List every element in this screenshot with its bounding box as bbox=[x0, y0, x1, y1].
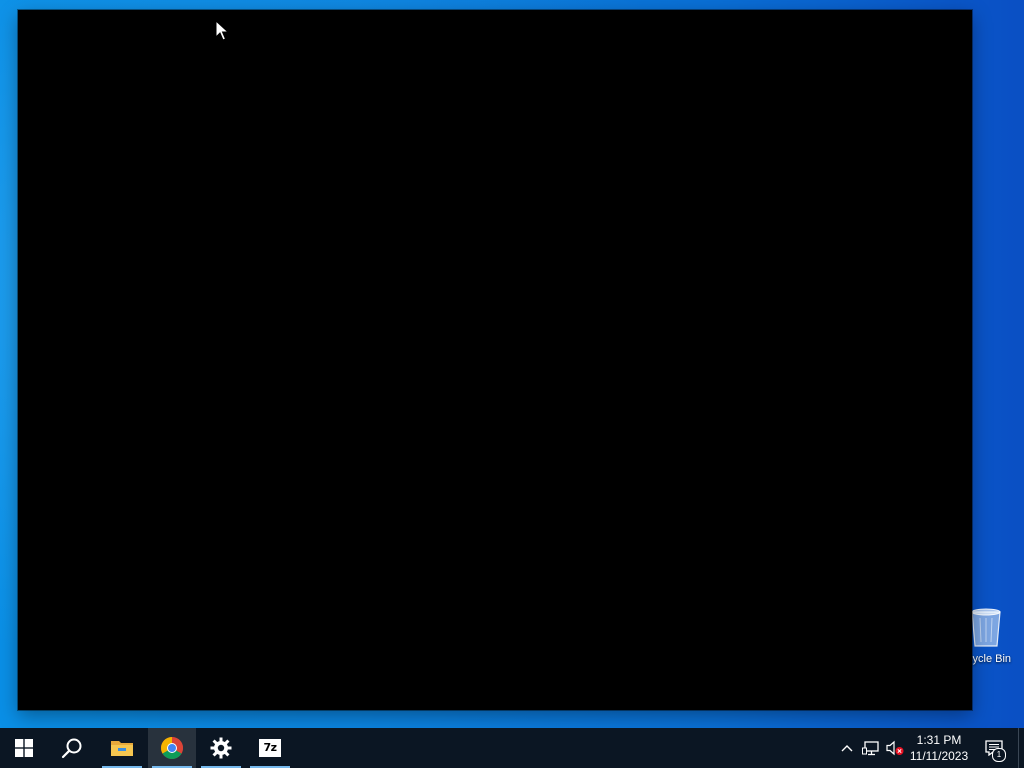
gear-icon bbox=[210, 737, 232, 759]
tray-network-button[interactable] bbox=[860, 728, 882, 768]
tray-volume-button[interactable] bbox=[884, 728, 906, 768]
show-desktop-button[interactable] bbox=[1018, 728, 1024, 768]
app-window-black[interactable] bbox=[18, 10, 972, 710]
clock-time: 1:31 PM bbox=[916, 733, 962, 747]
7zip-icon-label: 7z bbox=[263, 741, 277, 754]
tray-overflow-button[interactable] bbox=[836, 728, 858, 768]
chrome-icon bbox=[161, 737, 183, 759]
taskbar: 7z 1:31 PM 11/11/2023 1 bbox=[0, 728, 1024, 768]
clock-date: 11/11/2023 bbox=[909, 749, 969, 763]
recycle-bin-icon bbox=[971, 608, 1001, 647]
volume-muted-icon bbox=[886, 740, 904, 756]
search-icon bbox=[61, 738, 82, 759]
action-center-button[interactable]: 1 bbox=[978, 728, 1010, 768]
taskbar-clock[interactable]: 1:31 PM 11/11/2023 bbox=[904, 728, 974, 768]
folder-icon bbox=[111, 741, 133, 756]
mouse-cursor-icon bbox=[215, 20, 229, 41]
7zip-icon: 7z bbox=[259, 739, 281, 757]
network-icon bbox=[862, 741, 879, 756]
start-button[interactable] bbox=[0, 728, 48, 768]
chevron-up-icon bbox=[841, 745, 853, 752]
taskbar-chrome[interactable] bbox=[148, 728, 196, 768]
windows-logo-icon bbox=[15, 739, 33, 757]
search-button[interactable] bbox=[48, 728, 96, 768]
taskbar-7zip[interactable]: 7z bbox=[246, 728, 294, 768]
taskbar-file-explorer[interactable] bbox=[98, 728, 146, 768]
taskbar-settings[interactable] bbox=[197, 728, 245, 768]
notification-count-badge: 1 bbox=[992, 748, 1006, 762]
